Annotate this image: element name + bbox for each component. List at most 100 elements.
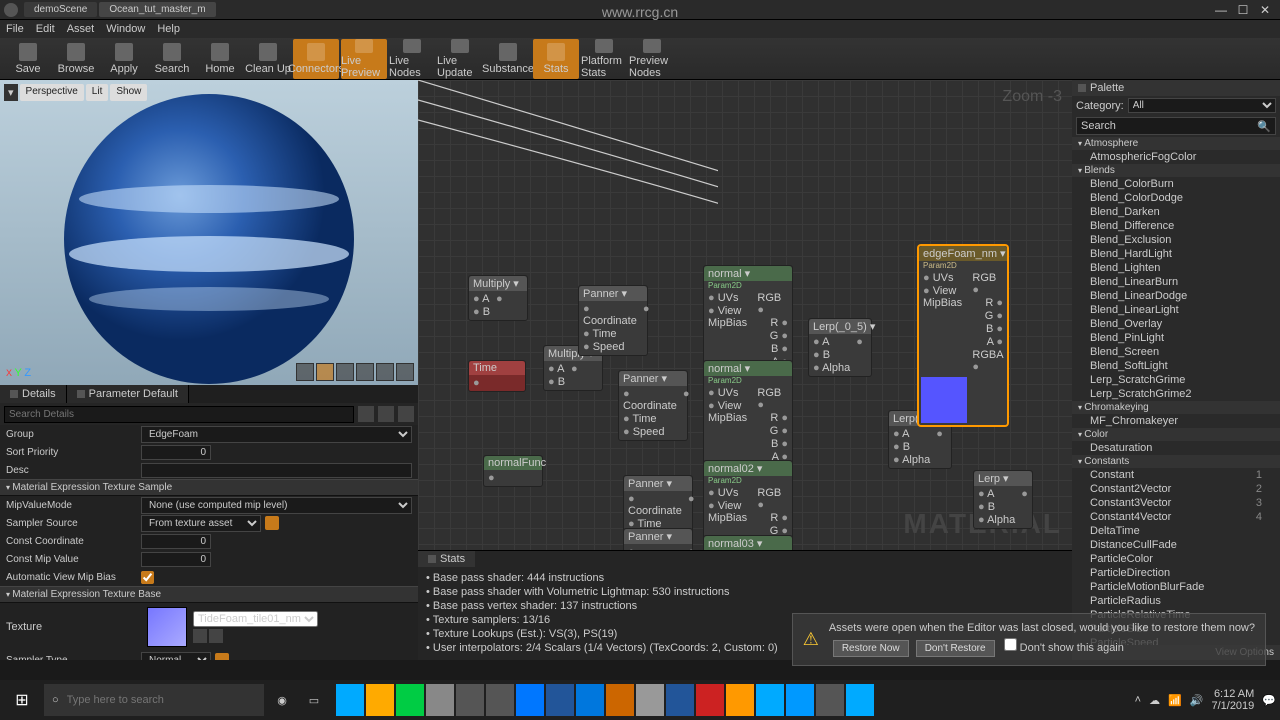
taskbar-app-icon[interactable] [756,684,784,716]
taskbar-time[interactable]: 6:12 AM [1211,688,1254,700]
dont-restore-button[interactable]: Don't Restore [916,640,995,657]
tray-wifi-icon[interactable]: 📶 [1168,694,1182,707]
menu-window[interactable]: Window [106,23,145,35]
palette-category[interactable]: Blends [1072,164,1280,177]
palette-item[interactable]: Lerp_ScratchGrime2 [1072,387,1280,401]
toolbar-stats-button[interactable]: Stats [533,39,579,79]
dont-show-checkbox[interactable] [1004,638,1017,651]
taskbar-app-icon[interactable] [486,684,514,716]
palette-item[interactable]: MF_Chromakeyer [1072,414,1280,428]
taskbar-app-icon[interactable] [726,684,754,716]
node-normalfunc[interactable]: normalFunc [483,455,543,487]
taskbar-app-icon[interactable] [546,684,574,716]
reset-icon[interactable] [215,653,229,660]
palette-search-input[interactable]: Search🔍 [1076,117,1276,135]
toolbar-home-button[interactable]: Home [197,39,243,79]
palette-item[interactable]: Constant4Vector4 [1072,510,1280,524]
taskbar-search[interactable]: ○ [44,684,264,716]
prop-desc-input[interactable] [141,463,412,478]
palette-item[interactable]: Blend_Difference [1072,219,1280,233]
node-panner[interactable]: Panner▾ CoordinateTimeSpeed [623,528,693,550]
vp-shape-cube-icon[interactable] [356,363,374,381]
task-view-icon[interactable]: ▭ [300,694,328,707]
eye-icon[interactable] [398,406,414,422]
restore-now-button[interactable]: Restore Now [833,640,909,657]
toolbar-connectors-button[interactable]: Connectors [293,39,339,79]
use-selected-icon[interactable] [193,629,207,643]
toolbar-live-nodes-button[interactable]: Live Nodes [389,39,435,79]
palette-item[interactable]: DistanceCullFade [1072,538,1280,552]
titlebar-tab-demoscene[interactable]: demoScene [24,2,97,17]
window-minimize-icon[interactable]: — [1210,3,1232,17]
taskbar-date[interactable]: 7/1/2019 [1211,700,1254,712]
palette-category[interactable]: Constants [1072,455,1280,468]
toolbar-substance-button[interactable]: Substance [485,39,531,79]
menu-file[interactable]: File [6,23,24,35]
tab-details[interactable]: Details [0,385,67,403]
tray-volume-icon[interactable]: 🔊 [1190,694,1204,707]
palette-item[interactable]: Constant2Vector2 [1072,482,1280,496]
prop-autobias-checkbox[interactable] [141,571,154,584]
tab-stats[interactable]: Stats [418,551,475,567]
taskbar-app-icon[interactable] [426,684,454,716]
texture-thumbnail[interactable] [147,607,187,647]
node-time[interactable]: Time [468,360,526,392]
palette-item[interactable]: ParticleMotionBlurFade [1072,580,1280,594]
taskbar-app-icon[interactable] [666,684,694,716]
prop-mipmode-select[interactable]: None (use computed mip level) [141,497,412,514]
cortana-icon[interactable]: ◉ [268,694,296,707]
palette-item[interactable]: Blend_LinearBurn [1072,275,1280,289]
section-texture-sample[interactable]: Material Expression Texture Sample [0,479,418,496]
palette-item[interactable]: Blend_Lighten [1072,261,1280,275]
palette-item[interactable]: Blend_ColorBurn [1072,177,1280,191]
viewport-lit-button[interactable]: Lit [86,84,109,101]
taskbar-app-icon[interactable] [456,684,484,716]
taskbar-app-icon[interactable] [846,684,874,716]
palette-item[interactable]: Blend_Overlay [1072,317,1280,331]
window-maximize-icon[interactable]: ☐ [1232,3,1254,17]
titlebar-tab-ocean[interactable]: Ocean_tut_master_m [99,2,215,17]
section-texture-base[interactable]: Material Expression Texture Base [0,586,418,603]
vp-shape-sphere-icon[interactable] [316,363,334,381]
palette-item[interactable]: Blend_PinLight [1072,331,1280,345]
viewport-dropdown-icon[interactable]: ▾ [4,84,18,101]
tab-parameter-default[interactable]: Parameter Default [67,385,189,403]
viewport-show-button[interactable]: Show [110,84,147,101]
prop-constcoord-spinner[interactable]: 0 [141,534,211,549]
taskbar-app-icon[interactable] [366,684,394,716]
palette-item[interactable]: Desaturation [1072,441,1280,455]
browse-icon[interactable] [209,629,223,643]
palette-item[interactable]: Blend_LinearDodge [1072,289,1280,303]
toolbar-save-button[interactable]: Save [5,39,51,79]
search-icon[interactable] [358,406,374,422]
tray-chevron-icon[interactable]: ˄ [1135,694,1141,706]
toolbar-search-button[interactable]: Search [149,39,195,79]
material-graph[interactable]: Zoom -3 MATERIAL Multiply▾ AB Time Multi… [418,80,1072,550]
palette-item[interactable]: ParticleDirection [1072,566,1280,580]
palette-item[interactable]: Lerp_ScratchGrime [1072,373,1280,387]
node-multiply[interactable]: Multiply▾ AB [468,275,528,321]
palette-item[interactable]: Blend_HardLight [1072,247,1280,261]
toolbar-platform-stats-button[interactable]: Platform Stats [581,39,627,79]
prop-samplersource-select[interactable]: From texture asset [141,515,261,532]
taskbar-app-icon[interactable] [816,684,844,716]
node-texture-edgefoam[interactable]: edgeFoam_nm▾ Param2D UVsView MipBias RGB… [918,245,1008,426]
window-close-icon[interactable]: ✕ [1254,3,1276,17]
reset-icon[interactable] [265,516,279,530]
palette-item[interactable]: AtmosphericFogColor [1072,150,1280,164]
taskbar-search-input[interactable] [67,694,256,706]
palette-list[interactable]: AtmosphereAtmosphericFogColorBlendsBlend… [1072,137,1280,645]
toolbar-apply-button[interactable]: Apply [101,39,147,79]
palette-item[interactable]: DeltaTime [1072,524,1280,538]
vp-shape-teapot-icon[interactable] [376,363,394,381]
node-lerp[interactable]: Lerp▾ ABAlpha [973,470,1033,529]
palette-item[interactable]: Blend_Darken [1072,205,1280,219]
taskbar-app-icon[interactable] [516,684,544,716]
palette-item[interactable]: Blend_Exclusion [1072,233,1280,247]
palette-item[interactable]: Constant1 [1072,468,1280,482]
vp-shape-plane-icon[interactable] [336,363,354,381]
palette-category-select[interactable]: All [1128,98,1276,113]
vp-shape-custom-icon[interactable] [396,363,414,381]
prop-sort-spinner[interactable]: 0 [141,445,211,460]
prop-group-select[interactable]: EdgeFoam [141,426,412,443]
